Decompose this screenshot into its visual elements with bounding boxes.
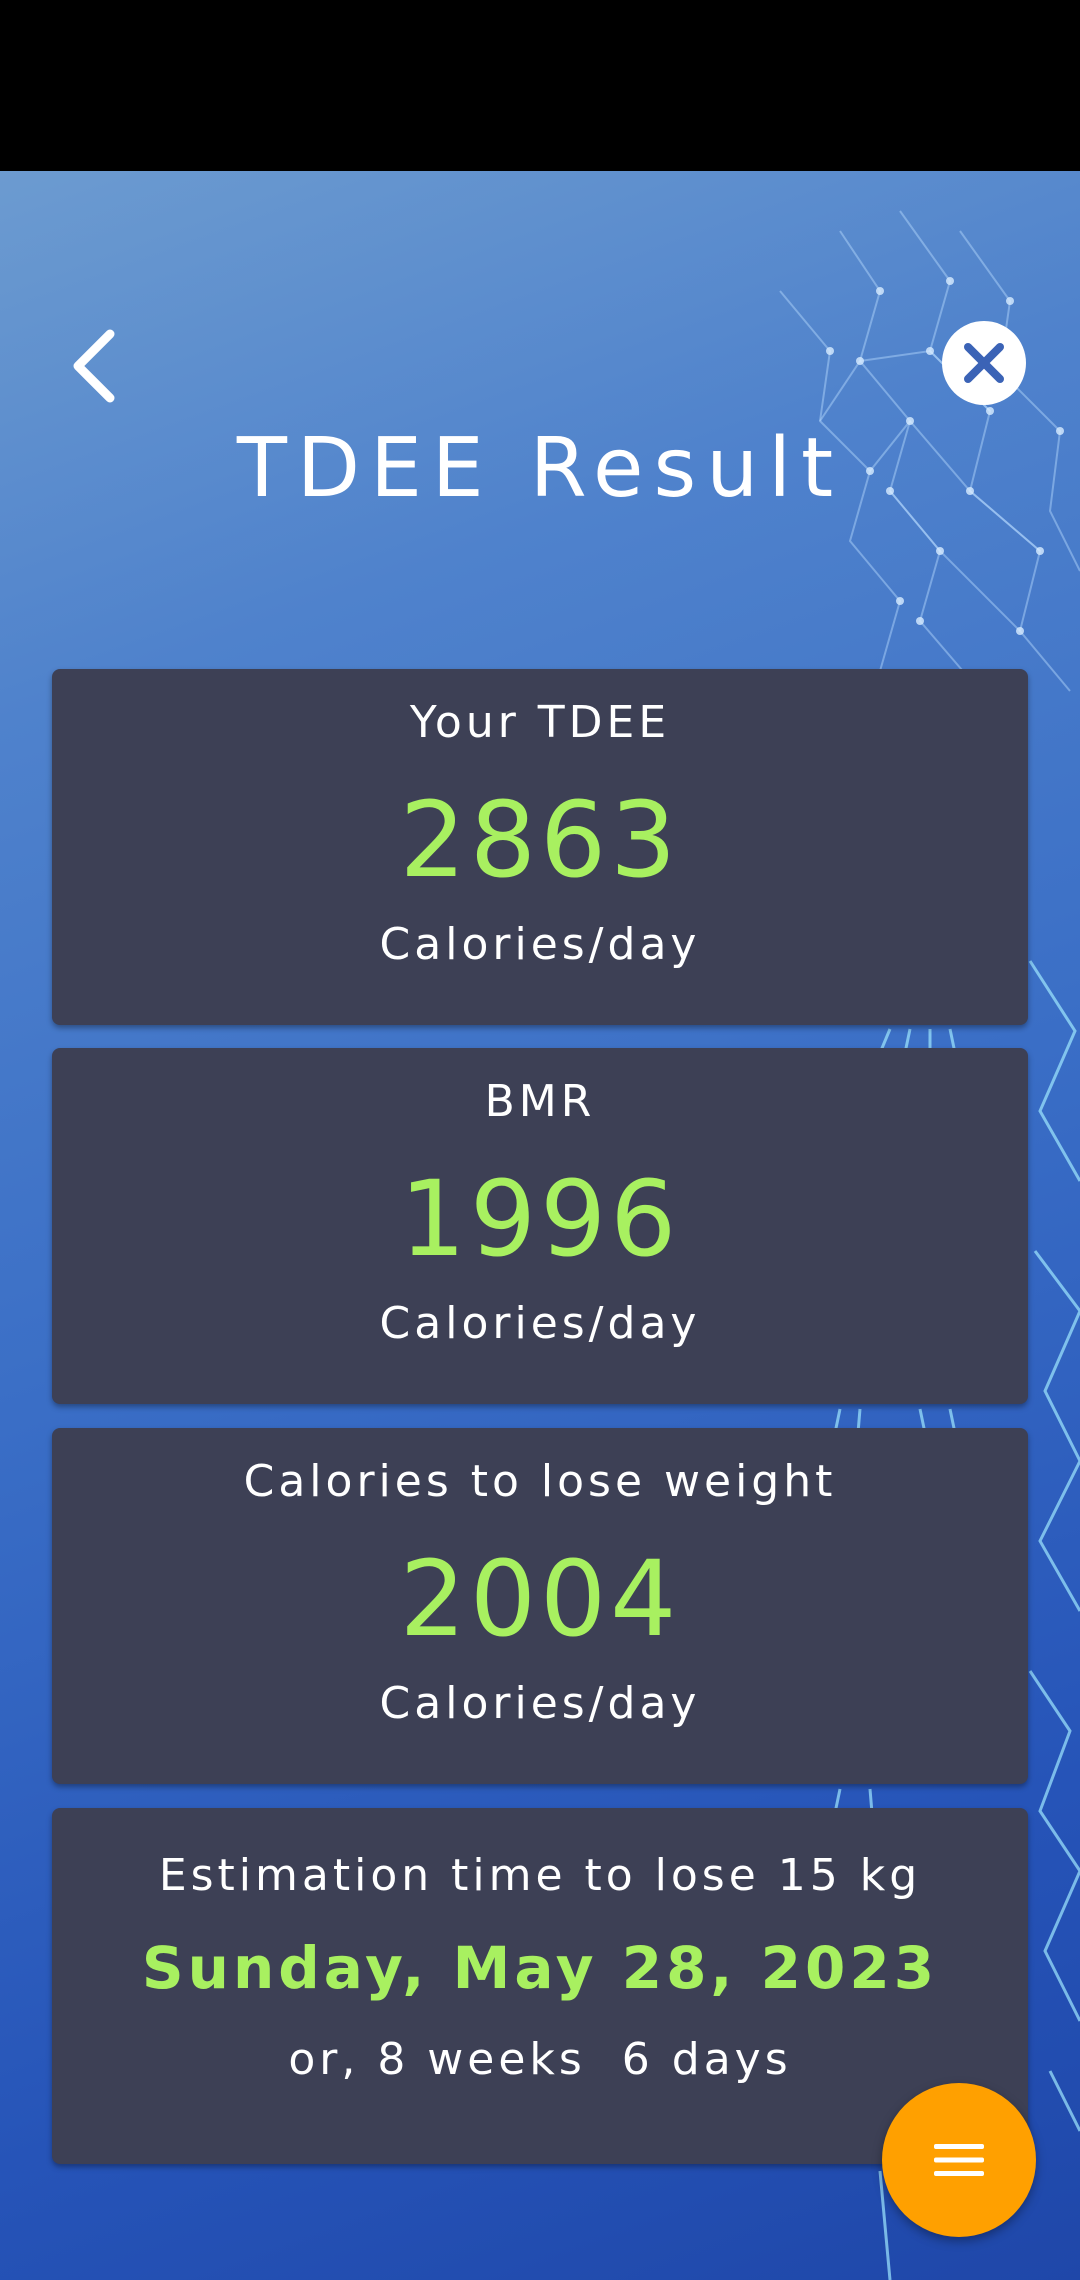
page-title: TDEE Result	[236, 421, 844, 516]
bmr-card: BMR 1996 Calories/day	[52, 1048, 1028, 1404]
bmr-unit: Calories/day	[379, 1298, 701, 1349]
bmr-label: BMR	[484, 1076, 596, 1127]
tdee-result-screen: TDEE Result Your TDEE 2863 Calories/day …	[0, 171, 1080, 2280]
chevron-left-icon	[73, 329, 115, 403]
bmr-value: 1996	[399, 1158, 681, 1280]
lose-weight-card: Calories to lose weight 2004 Calories/da…	[52, 1428, 1028, 1784]
estimation-date: Sunday, May 28, 2023	[141, 1934, 939, 2002]
tdee-card: Your TDEE 2863 Calories/day	[52, 669, 1028, 1025]
tdee-unit: Calories/day	[379, 919, 701, 970]
estimation-duration: or, 8 weeks 6 days	[288, 2034, 792, 2085]
close-icon	[964, 343, 1004, 383]
estimation-label: Estimation time to lose 15 kg	[158, 1850, 922, 1901]
back-button[interactable]	[58, 321, 128, 411]
estimation-card: Estimation time to lose 15 kg Sunday, Ma…	[52, 1808, 1028, 2164]
menu-icon	[934, 2144, 984, 2176]
lose-weight-label: Calories to lose weight	[243, 1456, 837, 1507]
menu-fab-button[interactable]	[882, 2083, 1036, 2237]
close-button[interactable]	[942, 321, 1026, 405]
lose-weight-unit: Calories/day	[379, 1678, 701, 1729]
lose-weight-value: 2004	[399, 1538, 681, 1660]
tdee-label: Your TDEE	[409, 697, 671, 748]
tdee-value: 2863	[399, 779, 681, 901]
status-bar	[0, 0, 1080, 171]
